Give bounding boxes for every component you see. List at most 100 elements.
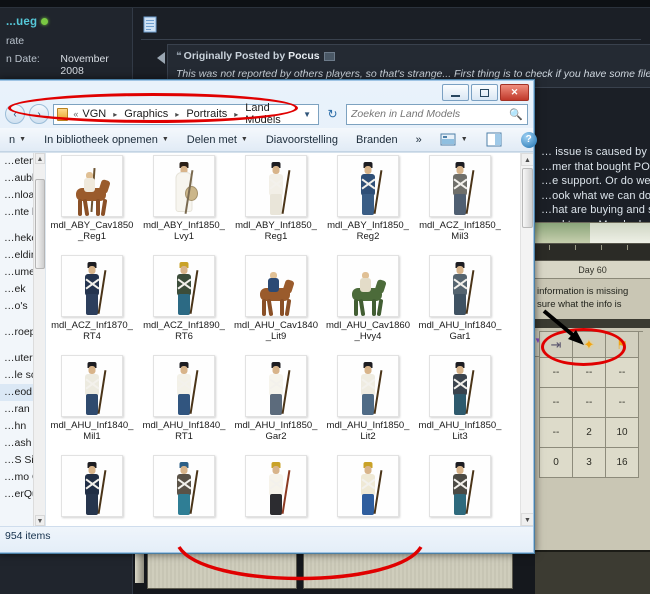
- file-item[interactable]: mdl_ACZ_Inf1870_RT4: [46, 255, 138, 355]
- navigation-pane: …eten …aublad …nloads …nte locaties …hek…: [0, 153, 46, 526]
- chevron-down-icon: ▼: [162, 136, 169, 143]
- cell: --: [540, 418, 573, 448]
- forum-username[interactable]: ...ueg: [6, 16, 126, 28]
- move-arrow-icon[interactable]: ⇥: [540, 332, 573, 358]
- file-name: mdl_AHU_Inf1850_Lit3: [417, 420, 503, 442]
- breadcrumb-item-graphics[interactable]: Graphics: [122, 107, 170, 121]
- game-bottom-frame: [535, 550, 650, 594]
- thumbnail: [61, 155, 123, 217]
- infantry-figure-icon: [77, 462, 107, 516]
- breadcrumb-overflow-icon[interactable]: «: [73, 109, 78, 119]
- cavalry-figure-icon: [72, 172, 112, 216]
- scroll-up-icon[interactable]: ▲: [521, 153, 533, 166]
- flag-icon[interactable]: ⚑: [606, 332, 639, 358]
- burn-button[interactable]: Branden: [347, 128, 407, 152]
- quote-mark-icon: ❝: [176, 50, 181, 62]
- file-item[interactable]: mdl_ACZ_Inf1850_Mil3: [414, 155, 506, 255]
- include-in-library-button[interactable]: In bibliotheek opnemen ▼: [35, 128, 178, 152]
- cell: --: [540, 388, 573, 418]
- share-with-button[interactable]: Delen met ▼: [178, 128, 257, 152]
- forum-user-rank: rate: [6, 35, 126, 47]
- chevron-right-icon: ▸: [234, 110, 238, 119]
- table-row: 0 3 16: [540, 448, 643, 478]
- game-panel-left: [147, 553, 297, 589]
- thumbnail: [245, 155, 307, 217]
- view-post-badge-icon[interactable]: [324, 52, 335, 61]
- search-box[interactable]: 🔍: [346, 104, 528, 125]
- breadcrumb-item-portraits[interactable]: Portraits: [184, 107, 229, 121]
- organize-label: n: [9, 134, 15, 146]
- item-count: 954 items: [5, 530, 51, 542]
- slideshow-button[interactable]: Diavoorstelling: [257, 128, 347, 152]
- file-item[interactable]: mdl_ABY_Inf1850_Reg2: [322, 155, 414, 255]
- infantry-figure-icon: [261, 162, 291, 216]
- forward-button[interactable]: ›: [29, 104, 49, 124]
- chevron-down-icon[interactable]: ▼: [303, 110, 315, 119]
- breadcrumb[interactable]: « VGN ▸ Graphics ▸ Portraits ▸ Land Mode…: [53, 104, 319, 125]
- file-item[interactable]: mdl_ABY_Cav1850_Reg1: [46, 155, 138, 255]
- thumbnail: [337, 455, 399, 517]
- timeline-tick: [575, 245, 576, 250]
- organize-button[interactable]: n ▼: [0, 128, 35, 152]
- file-item[interactable]: mdl_AHU_Inf1840_Gar1: [414, 255, 506, 355]
- star-icon[interactable]: ✦: [573, 332, 606, 358]
- search-input[interactable]: [351, 108, 507, 120]
- file-item[interactable]: [138, 455, 230, 526]
- cell: --: [606, 358, 639, 388]
- file-item[interactable]: mdl_AHU_Inf1840_Mil1: [46, 355, 138, 455]
- scrollbar-thumb[interactable]: [35, 179, 45, 269]
- file-item[interactable]: [414, 455, 506, 526]
- thumbnail: [245, 255, 307, 317]
- scrollbar-thumb[interactable]: [522, 168, 533, 228]
- game-strip-edge: [135, 553, 144, 583]
- scroll-down-icon[interactable]: ▼: [35, 515, 45, 526]
- file-list-scrollbar[interactable]: ▲ ▼: [520, 153, 533, 526]
- help-button[interactable]: ?: [512, 128, 546, 152]
- file-item[interactable]: [230, 455, 322, 526]
- game-stats-grid: ⇥ ✦ ⚑ -- -- -- -- -- -- -- 2 10 0 3: [539, 331, 643, 478]
- back-button[interactable]: ‹: [5, 104, 25, 124]
- refresh-icon[interactable]: ↻: [323, 105, 342, 124]
- folder-icon: [57, 108, 68, 121]
- file-item[interactable]: mdl_AHU_Inf1850_Lit2: [322, 355, 414, 455]
- view-options-button[interactable]: ▼: [431, 128, 477, 152]
- explorer-toolbar: n ▼ In bibliotheek opnemen ▼ Delen met ▼…: [0, 128, 533, 152]
- file-item[interactable]: [46, 455, 138, 526]
- scroll-down-icon[interactable]: ▼: [521, 513, 533, 526]
- game-day-row: Day 60: [535, 261, 650, 279]
- table-row: -- -- --: [540, 358, 643, 388]
- maximize-button[interactable]: [471, 84, 498, 101]
- breadcrumb-item-land-models[interactable]: Land Models: [243, 101, 301, 127]
- preview-pane-button[interactable]: [477, 128, 512, 152]
- screenshot-root: ...ueg rate n Date: November 2008 ts: 29: [0, 0, 650, 594]
- chevron-right-icon: ▸: [113, 110, 117, 119]
- close-button[interactable]: ✕: [500, 84, 529, 101]
- thumbnail: [153, 155, 215, 217]
- toolbar-overflow-button[interactable]: »: [407, 128, 431, 152]
- file-name: mdl_ACZ_Inf1890_RT6: [141, 320, 227, 342]
- file-item[interactable]: mdl_AHU_Inf1850_Lit3: [414, 355, 506, 455]
- explorer-titlebar[interactable]: ✕: [0, 81, 533, 101]
- post-line: …e support. Or do we ne…: [541, 174, 650, 189]
- file-item[interactable]: mdl_AHU_Cav1840_Lit9: [230, 255, 322, 355]
- navigation-scrollbar[interactable]: ▲ ▼: [33, 153, 45, 526]
- file-item[interactable]: [322, 455, 414, 526]
- file-item[interactable]: mdl_AHU_Inf1850_Gar2: [230, 355, 322, 455]
- file-item[interactable]: mdl_AHU_Inf1840_RT1: [138, 355, 230, 455]
- quote-author[interactable]: Pocus: [288, 50, 320, 62]
- scroll-up-icon[interactable]: ▲: [35, 153, 45, 164]
- thumbnail: [429, 155, 491, 217]
- quote-prefix: Originally Posted by: [184, 50, 286, 62]
- file-name: mdl_ABY_Cav1850_Reg1: [49, 220, 135, 242]
- search-icon[interactable]: 🔍: [509, 108, 523, 121]
- breadcrumb-item-vgn[interactable]: VGN: [80, 107, 108, 121]
- infantry-figure-icon: [353, 462, 383, 516]
- file-item[interactable]: mdl_ABY_Inf1850_Lvy1: [138, 155, 230, 255]
- file-item[interactable]: mdl_ACZ_Inf1890_RT6: [138, 255, 230, 355]
- minimize-button[interactable]: [442, 84, 469, 101]
- chevron-down-icon[interactable]: ▼: [461, 136, 468, 143]
- file-item[interactable]: mdl_AHU_Cav1860_Hvy4: [322, 255, 414, 355]
- cell: 3: [573, 448, 606, 478]
- explorer-status-bar: 954 items: [0, 526, 533, 552]
- file-item[interactable]: mdl_ABY_Inf1850_Reg1: [230, 155, 322, 255]
